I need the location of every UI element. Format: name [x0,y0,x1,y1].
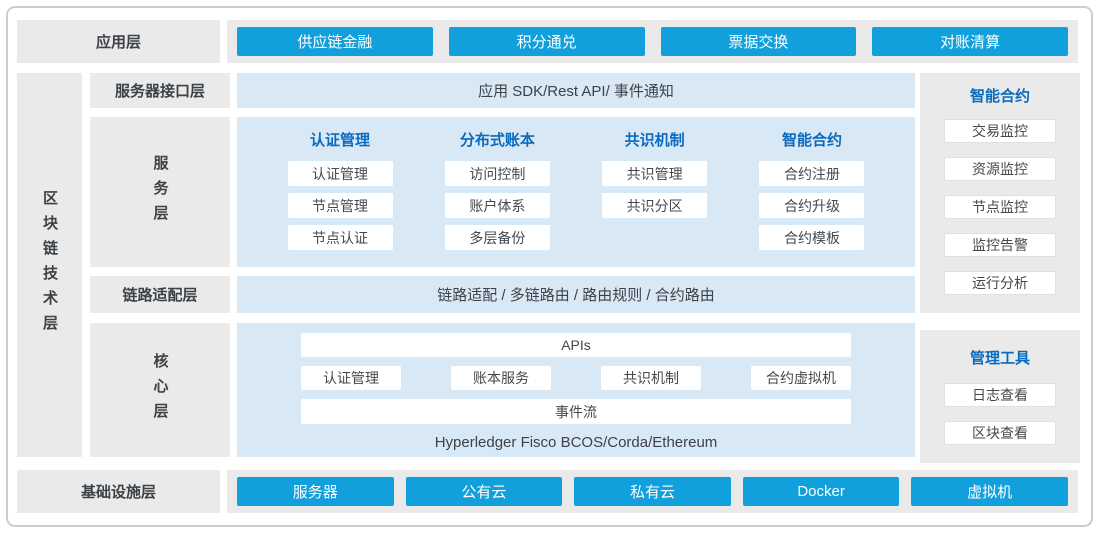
service-column-header: 共识机制 [625,133,685,149]
service-layer-box: 认证管理 认证管理 节点管理 节点认证 分布式账本 访问控制 账户体系 多层备份… [237,117,915,267]
app-button-points-exchange: 积分通兑 [449,27,645,56]
core-event-bar: 事件流 [301,399,851,424]
infra-button-private-cloud: 私有云 [574,477,731,506]
service-item: 合约注册 [759,161,864,186]
tools-item: 区块查看 [944,421,1056,445]
core-module: 账本服务 [451,366,551,390]
service-column-ledger: 分布式账本 访问控制 账户体系 多层备份 [422,131,572,267]
service-layer-label: 服务层 [90,117,230,267]
service-item: 节点认证 [288,225,393,250]
core-module: 合约虚拟机 [751,366,851,390]
service-column-header: 认证管理 [310,133,370,149]
infra-button-docker: Docker [743,477,900,506]
service-item: 认证管理 [288,161,393,186]
tech-layer-label-text: 区块链技术层 [42,190,57,340]
infra-button-public-cloud: 公有云 [406,477,563,506]
service-item: 节点管理 [288,193,393,218]
core-module: 认证管理 [301,366,401,390]
infra-layer-label: 基础设施层 [17,470,220,513]
service-item: 合约模板 [759,225,864,250]
interface-layer-label: 服务器接口层 [90,73,230,108]
app-layer-label: 应用层 [17,20,220,63]
core-layer-box: APIs 认证管理 账本服务 共识机制 合约虚拟机 事件流 Hyperledge… [237,323,915,457]
tools-panel-header: 管理工具 [970,351,1030,367]
tech-layer-label: 区块链技术层 [17,73,82,457]
service-item: 账户体系 [445,193,550,218]
monitor-item: 运行分析 [944,271,1056,295]
monitor-item: 监控告警 [944,233,1056,257]
app-button-supply-chain-finance: 供应链金融 [237,27,433,56]
monitor-panel: 智能合约 交易监控 资源监控 节点监控 监控告警 运行分析 [920,73,1080,313]
service-item: 访问控制 [445,161,550,186]
core-module: 共识机制 [601,366,701,390]
service-layer-label-text: 服务层 [153,155,168,230]
tools-item: 日志查看 [944,383,1056,407]
service-column-consensus: 共识机制 共识管理 共识分区 [580,131,730,267]
monitor-panel-header: 智能合约 [970,89,1030,105]
app-layer-strip: 供应链金融 积分通兑 票据交换 对账清算 [227,20,1078,63]
app-button-bill-exchange: 票据交换 [661,27,857,56]
service-column-header: 分布式账本 [460,133,535,149]
infra-layer-strip: 服务器 公有云 私有云 Docker 虚拟机 [227,470,1078,513]
service-item: 多层备份 [445,225,550,250]
core-platforms-caption: Hyperledger Fisco BCOS/Corda/Ethereum [435,434,718,451]
service-item: 合约升级 [759,193,864,218]
monitor-item: 节点监控 [944,195,1056,219]
service-column-header: 智能合约 [782,133,842,149]
link-layer-label: 链路适配层 [90,276,230,313]
core-apis-bar: APIs [301,333,851,357]
app-button-reconciliation: 对账清算 [872,27,1068,56]
core-modules-row: 认证管理 账本服务 共识机制 合约虚拟机 [301,366,851,390]
monitor-item: 资源监控 [944,157,1056,181]
core-layer-label: 核心层 [90,323,230,457]
interface-layer-content: 应用 SDK/Rest API/ 事件通知 [237,73,915,108]
infra-button-server: 服务器 [237,477,394,506]
service-item: 共识管理 [602,161,707,186]
service-column-auth: 认证管理 认证管理 节点管理 节点认证 [265,131,415,267]
monitor-item: 交易监控 [944,119,1056,143]
infra-button-vm: 虚拟机 [911,477,1068,506]
service-column-contract: 智能合约 合约注册 合约升级 合约模板 [737,131,887,267]
link-layer-content: 链路适配 / 多链路由 / 路由规则 / 合约路由 [237,276,915,313]
tools-panel: 管理工具 日志查看 区块查看 [920,330,1080,463]
service-item: 共识分区 [602,193,707,218]
core-layer-label-text: 核心层 [153,353,168,428]
